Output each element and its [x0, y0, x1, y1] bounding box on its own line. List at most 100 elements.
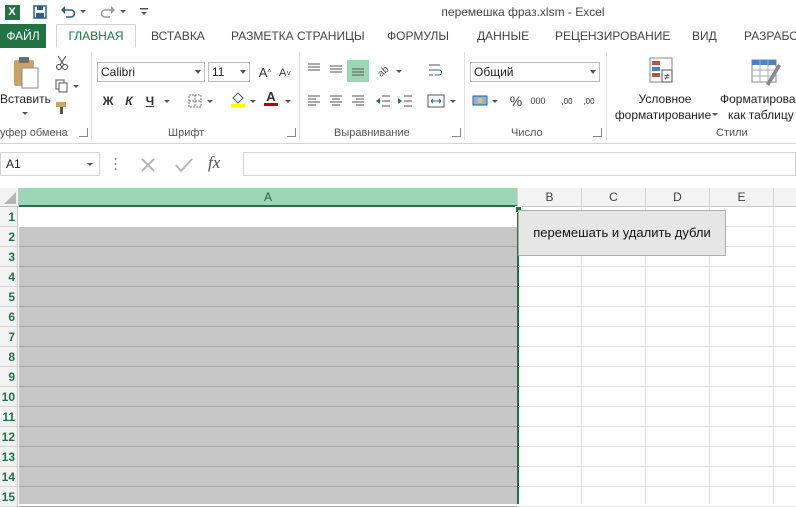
tab-data[interactable]: ДАННЫЕ — [477, 24, 529, 48]
format-as-table-label2[interactable]: как таблицу — [728, 108, 796, 122]
conditional-formatting-icon[interactable]: ≠ — [648, 56, 678, 86]
row-header[interactable]: 12 — [0, 427, 18, 447]
fill-color-dropdown-icon[interactable] — [250, 100, 256, 103]
row-header[interactable]: 13 — [0, 447, 18, 467]
align-left-icon[interactable] — [305, 92, 323, 110]
row-header[interactable]: 11 — [0, 407, 18, 427]
orientation-dropdown-icon[interactable] — [396, 70, 402, 73]
column-gridline — [773, 207, 774, 504]
row-header[interactable]: 10 — [0, 387, 18, 407]
font-name-combo[interactable]: Calibri — [97, 62, 205, 82]
column-header-c[interactable]: C — [582, 188, 646, 207]
row-header[interactable]: 7 — [0, 327, 18, 347]
row-header[interactable]: 15 — [0, 487, 18, 507]
conditional-dropdown-icon[interactable] — [712, 113, 718, 116]
format-as-table-icon[interactable] — [750, 56, 782, 88]
tab-home[interactable]: ГЛАВНАЯ — [56, 24, 136, 48]
formula-bar-grip-icon[interactable] — [114, 156, 117, 172]
shrink-font-icon[interactable]: A ˅ — [276, 64, 294, 82]
paste-label[interactable]: Вставить — [0, 92, 51, 106]
column-header-d[interactable]: D — [646, 188, 710, 207]
row-header[interactable]: 5 — [0, 287, 18, 307]
accounting-format-icon[interactable] — [472, 92, 490, 110]
align-center-icon[interactable] — [327, 92, 345, 110]
align-top-icon[interactable] — [305, 60, 323, 78]
tab-view[interactable]: ВИД — [692, 24, 717, 48]
tab-file[interactable]: ФАЙЛ — [0, 24, 46, 48]
copy-dropdown-icon[interactable] — [73, 85, 79, 88]
decrease-indent-icon[interactable] — [374, 92, 392, 110]
font-size-combo[interactable]: 11 — [208, 62, 250, 82]
column-header-b[interactable]: B — [518, 188, 582, 207]
row-header[interactable]: 4 — [0, 267, 18, 287]
align-bottom-icon[interactable] — [347, 60, 369, 82]
column-header-e[interactable]: E — [710, 188, 774, 207]
orientation-icon[interactable]: ab — [374, 60, 392, 78]
conditional-formatting-label2[interactable]: форматирование — [611, 108, 715, 122]
insert-function-button[interactable]: fx — [208, 153, 234, 175]
row-header[interactable]: 2 — [0, 227, 18, 247]
clipboard-launcher-icon[interactable] — [79, 128, 88, 137]
chevron-down-icon[interactable] — [240, 70, 246, 74]
cancel-icon[interactable] — [139, 156, 157, 174]
format-as-table-label1[interactable]: Форматирова — [720, 92, 796, 106]
tab-insert[interactable]: ВСТАВКА — [151, 24, 205, 48]
formula-input[interactable] — [243, 152, 796, 176]
row-header[interactable]: 9 — [0, 367, 18, 387]
copy-icon[interactable] — [53, 77, 71, 95]
tab-page-layout[interactable]: РАЗМЕТКА СТРАНИЦЫ — [231, 24, 365, 48]
increase-indent-icon[interactable] — [396, 92, 414, 110]
number-format-combo[interactable]: Общий — [470, 62, 600, 82]
name-box-value: A1 — [6, 157, 21, 171]
selected-row-gridline — [19, 306, 517, 307]
row-header[interactable]: 8 — [0, 347, 18, 367]
accounting-dropdown-icon[interactable] — [492, 100, 498, 103]
merge-center-icon[interactable] — [427, 92, 445, 110]
fill-color-icon[interactable] — [229, 90, 247, 108]
merge-dropdown-icon[interactable] — [450, 100, 456, 103]
shuffle-dedupe-button[interactable]: перемешать и удалить дубли — [518, 210, 726, 256]
chevron-down-icon[interactable] — [87, 163, 93, 166]
font-launcher-icon[interactable] — [287, 128, 296, 137]
row-gridline — [518, 266, 796, 267]
enter-icon[interactable] — [174, 156, 194, 174]
cut-icon[interactable] — [53, 54, 71, 72]
bold-button[interactable]: Ж — [99, 92, 117, 110]
name-box[interactable]: A1 — [0, 152, 100, 176]
grow-font-icon[interactable]: A ^ — [256, 63, 274, 81]
row-header[interactable]: 1 — [0, 207, 18, 227]
thousands-separator-button[interactable]: 000 — [528, 92, 548, 110]
format-painter-icon[interactable] — [53, 99, 71, 117]
font-color-dropdown-icon[interactable] — [285, 100, 291, 103]
column-header-f[interactable] — [774, 188, 796, 207]
tab-formulas[interactable]: ФОРМУЛЫ — [387, 24, 449, 48]
paste-icon[interactable] — [8, 56, 44, 92]
chevron-down-icon[interactable] — [590, 70, 596, 74]
align-middle-icon[interactable] — [327, 60, 345, 78]
selected-row-gridline — [19, 286, 517, 287]
tab-review[interactable]: РЕЦЕНЗИРОВАНИЕ — [555, 24, 670, 48]
chevron-down-icon[interactable] — [195, 70, 201, 74]
borders-icon[interactable] — [186, 92, 204, 110]
conditional-formatting-label1[interactable]: Условное — [614, 92, 716, 106]
italic-button[interactable]: К — [120, 92, 138, 110]
decrease-decimal-button[interactable]: ,00 — [580, 92, 598, 110]
column-header-a[interactable]: A — [19, 188, 518, 207]
borders-dropdown-icon[interactable] — [207, 100, 213, 103]
underline-button[interactable]: Ч — [141, 92, 159, 110]
number-launcher-icon[interactable] — [593, 128, 602, 137]
underline-dropdown-icon[interactable] — [164, 100, 170, 103]
percent-button[interactable]: % — [507, 92, 525, 110]
increase-decimal-button[interactable]: ,00 — [558, 92, 576, 110]
align-right-icon[interactable] — [349, 92, 367, 110]
paste-dropdown-icon[interactable] — [22, 112, 28, 115]
active-cell-a1[interactable] — [19, 207, 517, 227]
font-color-icon[interactable]: A — [262, 89, 280, 107]
tab-developer[interactable]: РАЗРАБО — [744, 24, 796, 48]
select-all-button[interactable] — [0, 188, 19, 207]
row-header[interactable]: 14 — [0, 467, 18, 487]
row-header[interactable]: 6 — [0, 307, 18, 327]
wrap-text-icon[interactable] — [427, 61, 445, 79]
row-header[interactable]: 3 — [0, 247, 18, 267]
alignment-launcher-icon[interactable] — [452, 128, 461, 137]
